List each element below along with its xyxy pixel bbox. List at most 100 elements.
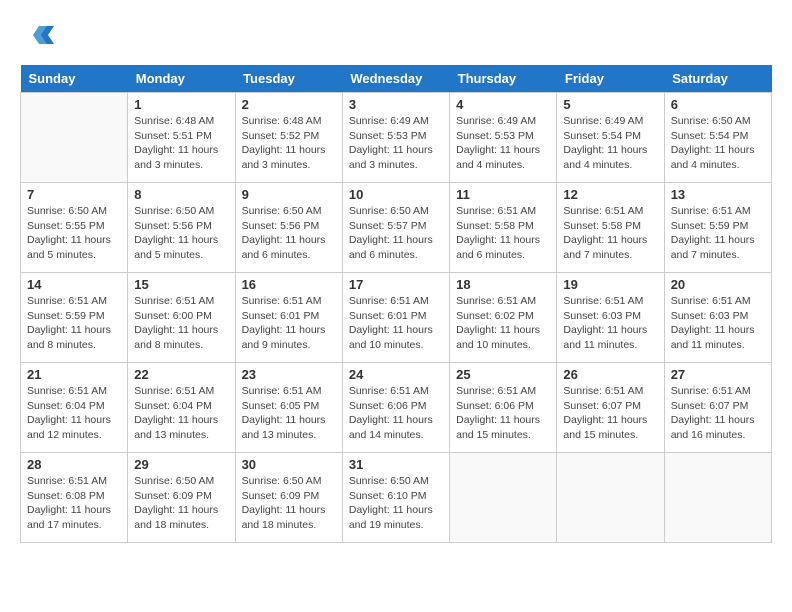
day-number: 23 [242, 367, 336, 382]
calendar-cell: 20 Sunrise: 6:51 AMSunset: 6:03 PMDayligh… [664, 273, 771, 363]
calendar-cell [450, 453, 557, 543]
day-number: 18 [456, 277, 550, 292]
calendar-cell: 22 Sunrise: 6:51 AMSunset: 6:04 PMDayligh… [128, 363, 235, 453]
day-info: Sunrise: 6:50 AMSunset: 5:56 PMDaylight:… [242, 204, 336, 263]
calendar-cell [21, 93, 128, 183]
day-number: 2 [242, 97, 336, 112]
day-number: 28 [27, 457, 121, 472]
calendar-cell: 9 Sunrise: 6:50 AMSunset: 5:56 PMDaylight… [235, 183, 342, 273]
day-header-friday: Friday [557, 65, 664, 93]
calendar-table: SundayMondayTuesdayWednesdayThursdayFrid… [20, 65, 772, 543]
day-info: Sunrise: 6:48 AMSunset: 5:51 PMDaylight:… [134, 114, 228, 173]
day-info: Sunrise: 6:51 AMSunset: 5:59 PMDaylight:… [671, 204, 765, 263]
calendar-cell: 13 Sunrise: 6:51 AMSunset: 5:59 PMDayligh… [664, 183, 771, 273]
day-info: Sunrise: 6:51 AMSunset: 6:07 PMDaylight:… [563, 384, 657, 443]
day-number: 10 [349, 187, 443, 202]
calendar-cell: 23 Sunrise: 6:51 AMSunset: 6:05 PMDayligh… [235, 363, 342, 453]
day-info: Sunrise: 6:50 AMSunset: 5:55 PMDaylight:… [27, 204, 121, 263]
header-row: SundayMondayTuesdayWednesdayThursdayFrid… [21, 65, 772, 93]
calendar-cell: 14Sunrise: 6:51 AMSunset: 5:59 PMDayligh… [21, 273, 128, 363]
calendar-cell: 27 Sunrise: 6:51 AMSunset: 6:07 PMDayligh… [664, 363, 771, 453]
day-number: 27 [671, 367, 765, 382]
day-info: Sunrise: 6:49 AMSunset: 5:54 PMDaylight:… [563, 114, 657, 173]
calendar-cell: 6 Sunrise: 6:50 AMSunset: 5:54 PMDaylight… [664, 93, 771, 183]
day-info: Sunrise: 6:49 AMSunset: 5:53 PMDaylight:… [456, 114, 550, 173]
calendar-cell [664, 453, 771, 543]
day-number: 11 [456, 187, 550, 202]
day-info: Sunrise: 6:51 AMSunset: 6:07 PMDaylight:… [671, 384, 765, 443]
day-number: 12 [563, 187, 657, 202]
day-number: 17 [349, 277, 443, 292]
day-number: 14 [27, 277, 121, 292]
day-info: Sunrise: 6:51 AMSunset: 6:06 PMDaylight:… [349, 384, 443, 443]
day-info: Sunrise: 6:51 AMSunset: 6:05 PMDaylight:… [242, 384, 336, 443]
calendar-cell: 10 Sunrise: 6:50 AMSunset: 5:57 PMDayligh… [342, 183, 449, 273]
day-number: 9 [242, 187, 336, 202]
calendar-cell: 11 Sunrise: 6:51 AMSunset: 5:58 PMDayligh… [450, 183, 557, 273]
day-header-thursday: Thursday [450, 65, 557, 93]
calendar-cell: 30 Sunrise: 6:50 AMSunset: 6:09 PMDayligh… [235, 453, 342, 543]
day-info: Sunrise: 6:51 AMSunset: 6:08 PMDaylight:… [27, 474, 121, 533]
calendar-cell: 2 Sunrise: 6:48 AMSunset: 5:52 PMDaylight… [235, 93, 342, 183]
calendar-cell: 29Sunrise: 6:50 AMSunset: 6:09 PMDayligh… [128, 453, 235, 543]
day-info: Sunrise: 6:51 AMSunset: 5:58 PMDaylight:… [563, 204, 657, 263]
calendar-cell: 31 Sunrise: 6:50 AMSunset: 6:10 PMDayligh… [342, 453, 449, 543]
calendar-cell: 21 Sunrise: 6:51 AMSunset: 6:04 PMDayligh… [21, 363, 128, 453]
day-number: 15 [134, 277, 228, 292]
calendar-cell: 25 Sunrise: 6:51 AMSunset: 6:06 PMDayligh… [450, 363, 557, 453]
day-header-tuesday: Tuesday [235, 65, 342, 93]
calendar-cell: 19Sunrise: 6:51 AMSunset: 6:03 PMDayligh… [557, 273, 664, 363]
day-number: 1 [134, 97, 228, 112]
day-number: 13 [671, 187, 765, 202]
day-number: 26 [563, 367, 657, 382]
calendar-cell: 3Sunrise: 6:49 AMSunset: 5:53 PMDaylight… [342, 93, 449, 183]
day-info: Sunrise: 6:51 AMSunset: 6:00 PMDaylight:… [134, 294, 228, 353]
day-info: Sunrise: 6:50 AMSunset: 6:10 PMDaylight:… [349, 474, 443, 533]
calendar-cell: 17 Sunrise: 6:51 AMSunset: 6:01 PMDayligh… [342, 273, 449, 363]
day-number: 6 [671, 97, 765, 112]
day-info: Sunrise: 6:51 AMSunset: 6:03 PMDaylight:… [671, 294, 765, 353]
day-info: Sunrise: 6:50 AMSunset: 6:09 PMDaylight:… [242, 474, 336, 533]
calendar-cell: 7 Sunrise: 6:50 AMSunset: 5:55 PMDaylight… [21, 183, 128, 273]
day-number: 8 [134, 187, 228, 202]
day-info: Sunrise: 6:51 AMSunset: 6:04 PMDaylight:… [134, 384, 228, 443]
day-number: 4 [456, 97, 550, 112]
calendar-cell: 5 Sunrise: 6:49 AMSunset: 5:54 PMDaylight… [557, 93, 664, 183]
day-info: Sunrise: 6:50 AMSunset: 5:54 PMDaylight:… [671, 114, 765, 173]
day-number: 30 [242, 457, 336, 472]
day-info: Sunrise: 6:51 AMSunset: 5:58 PMDaylight:… [456, 204, 550, 263]
calendar-cell: 28 Sunrise: 6:51 AMSunset: 6:08 PMDayligh… [21, 453, 128, 543]
day-info: Sunrise: 6:51 AMSunset: 6:01 PMDaylight:… [242, 294, 336, 353]
day-number: 31 [349, 457, 443, 472]
calendar-cell: 15 Sunrise: 6:51 AMSunset: 6:00 PMDayligh… [128, 273, 235, 363]
day-number: 20 [671, 277, 765, 292]
day-number: 24 [349, 367, 443, 382]
day-info: Sunrise: 6:51 AMSunset: 6:02 PMDaylight:… [456, 294, 550, 353]
day-number: 22 [134, 367, 228, 382]
calendar-cell: 18 Sunrise: 6:51 AMSunset: 6:02 PMDayligh… [450, 273, 557, 363]
calendar-cell [557, 453, 664, 543]
day-info: Sunrise: 6:48 AMSunset: 5:52 PMDaylight:… [242, 114, 336, 173]
day-header-sunday: Sunday [21, 65, 128, 93]
day-info: Sunrise: 6:51 AMSunset: 6:01 PMDaylight:… [349, 294, 443, 353]
day-info: Sunrise: 6:50 AMSunset: 5:57 PMDaylight:… [349, 204, 443, 263]
day-info: Sunrise: 6:51 AMSunset: 6:06 PMDaylight:… [456, 384, 550, 443]
day-number: 7 [27, 187, 121, 202]
day-number: 29 [134, 457, 228, 472]
day-info: Sunrise: 6:49 AMSunset: 5:53 PMDaylight:… [349, 114, 443, 173]
week-row-2: 7 Sunrise: 6:50 AMSunset: 5:55 PMDaylight… [21, 183, 772, 273]
logo-icon [24, 20, 54, 50]
calendar-cell: 26 Sunrise: 6:51 AMSunset: 6:07 PMDayligh… [557, 363, 664, 453]
week-row-1: 1 Sunrise: 6:48 AMSunset: 5:51 PMDaylight… [21, 93, 772, 183]
day-number: 25 [456, 367, 550, 382]
week-row-3: 14Sunrise: 6:51 AMSunset: 5:59 PMDayligh… [21, 273, 772, 363]
day-number: 5 [563, 97, 657, 112]
day-number: 16 [242, 277, 336, 292]
calendar-cell: 8Sunrise: 6:50 AMSunset: 5:56 PMDaylight… [128, 183, 235, 273]
calendar-cell: 12 Sunrise: 6:51 AMSunset: 5:58 PMDayligh… [557, 183, 664, 273]
calendar-cell: 4 Sunrise: 6:49 AMSunset: 5:53 PMDaylight… [450, 93, 557, 183]
day-number: 21 [27, 367, 121, 382]
day-header-wednesday: Wednesday [342, 65, 449, 93]
day-info: Sunrise: 6:51 AMSunset: 6:04 PMDaylight:… [27, 384, 121, 443]
day-header-monday: Monday [128, 65, 235, 93]
